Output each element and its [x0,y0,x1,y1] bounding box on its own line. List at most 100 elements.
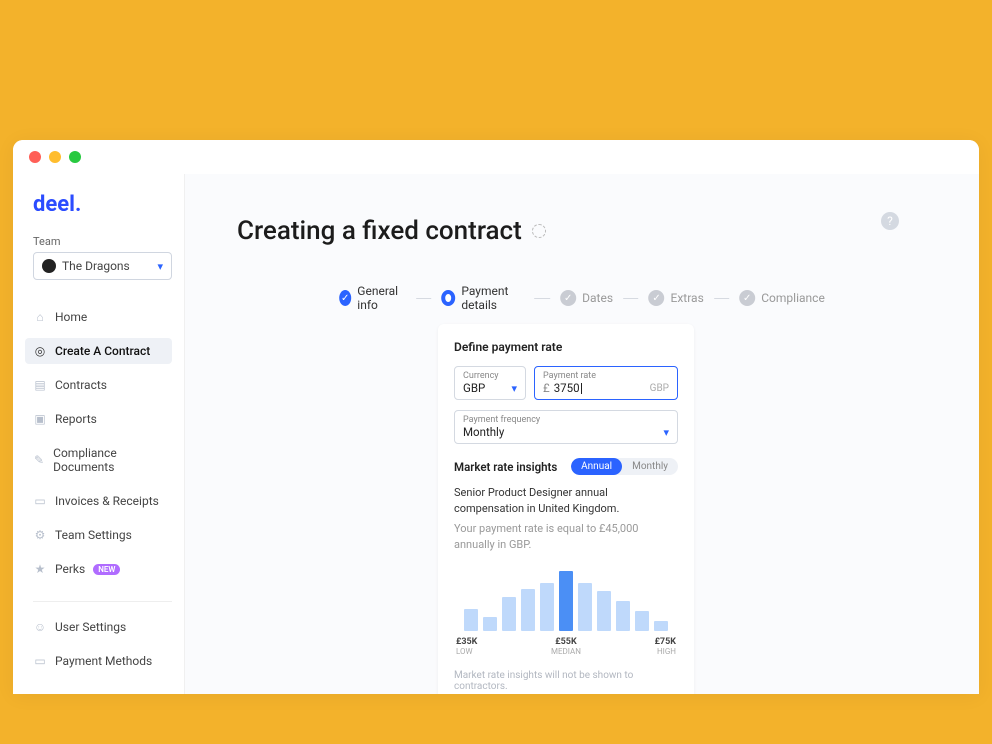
axis-mid-lab: MEDIAN [551,647,581,656]
axis-high: £75K HIGH [655,637,676,656]
axis-low-lab: LOW [456,647,477,656]
axis-low: £35K LOW [456,637,477,656]
app-window: deel. Team The Dragons ▾ ⌂ Home ◎ Create… [13,140,979,694]
step-connector [535,298,550,299]
document-icon: ▤ [33,378,47,392]
sidebar-item-label: Compliance Documents [53,446,164,474]
chevron-down-icon: ▾ [663,426,669,439]
step-compliance[interactable]: ✓ Compliance [739,290,825,306]
sidebar-item-payment-methods[interactable]: ▭ Payment Methods [25,648,172,674]
new-badge: NEW [93,564,120,575]
chart-bar [502,597,516,631]
sidebar-item-user-settings[interactable]: ☺ User Settings [25,614,172,640]
reports-icon: ▣ [33,412,47,426]
secondary-nav: ☺ User Settings ▭ Payment Methods [33,614,172,681]
window-maximize-dot[interactable] [69,151,81,163]
currency-select[interactable]: Currency GBP ▾ [454,366,526,400]
axis-low-val: £35K [456,637,477,647]
step-label: Dates [582,291,613,305]
market-rate-chart: £35K LOW £55K MEDIAN £75K HIGH [454,571,678,656]
sidebar-item-contracts[interactable]: ▤ Contracts [25,372,172,398]
text-caret [581,383,582,394]
window-minimize-dot[interactable] [49,151,61,163]
app-body: deel. Team The Dragons ▾ ⌂ Home ◎ Create… [13,174,979,694]
rate-suffix: GBP [650,383,669,394]
payment-icon: ▭ [33,654,47,668]
currency-value: GBP [463,381,485,395]
sidebar-item-label: Team Settings [55,528,132,542]
sidebar-item-label: Home [55,310,87,324]
page-header: Creating a fixed contract [237,216,546,246]
rate-value: 3750 [554,381,580,395]
chart-bar [521,589,535,631]
perks-icon: ★ [33,562,47,576]
axis-high-val: £75K [655,637,676,647]
insights-summary: Your payment rate is equal to £45,000 an… [454,521,678,553]
pending-step-icon: ✓ [560,290,576,306]
toggle-monthly[interactable]: Monthly [622,458,678,475]
home-icon: ⌂ [33,310,47,324]
axis-mid-val: £55K [551,637,581,647]
chevron-down-icon: ▾ [157,260,163,273]
sidebar-item-invoices[interactable]: ▭ Invoices & Receipts [25,488,172,514]
primary-nav: ⌂ Home ◎ Create A Contract ▤ Contracts ▣… [33,304,172,589]
sidebar-item-label: Invoices & Receipts [55,494,159,508]
axis-median: £55K MEDIAN [551,637,581,656]
sidebar-item-label: Create A Contract [55,344,150,358]
sidebar-item-label: Reports [55,412,97,426]
check-icon: ✓ [339,290,351,306]
sidebar-item-compliance[interactable]: ✎ Compliance Documents [25,440,172,480]
step-payment-details[interactable]: Payment details [441,284,524,312]
sidebar-item-label: Contracts [55,378,107,392]
chart-bar [559,571,573,631]
sidebar-item-perks[interactable]: ★ Perks NEW [25,556,172,582]
step-label: Extras [671,291,704,305]
frequency-label: Payment frequency [463,415,669,425]
main-content: Creating a fixed contract ? ✓ General in… [185,174,979,694]
axis-high-lab: HIGH [655,647,676,656]
compliance-icon: ✎ [33,453,45,467]
chevron-down-icon: ▾ [511,382,517,395]
pending-step-icon: ✓ [649,290,665,306]
chart-bar [654,621,668,631]
title-info-icon[interactable] [532,224,546,238]
target-icon: ◎ [33,344,47,358]
logo: deel. [33,192,172,217]
currency-symbol: £ [543,381,550,395]
step-dates[interactable]: ✓ Dates [560,290,613,306]
chart-bar [483,617,497,631]
window-titlebar [13,140,979,174]
chart-axis-row: £35K LOW £55K MEDIAN £75K HIGH [454,637,678,656]
sidebar-item-reports[interactable]: ▣ Reports [25,406,172,432]
insights-label: Market rate insights [454,460,557,474]
window-close-dot[interactable] [29,151,41,163]
step-connector [623,298,638,299]
sidebar-item-team-settings[interactable]: ⚙ Team Settings [25,522,172,548]
step-extras[interactable]: ✓ Extras [649,290,704,306]
payment-frequency-select[interactable]: Payment frequency Monthly ▾ [454,410,678,444]
step-label: Compliance [761,291,825,305]
step-connector [416,298,431,299]
define-payment-heading: Define payment rate [454,340,678,354]
period-toggle: Annual Monthly [571,458,678,475]
sidebar-item-home[interactable]: ⌂ Home [25,304,172,330]
step-general-info[interactable]: ✓ General info [339,284,406,312]
sidebar-item-label: User Settings [55,620,126,634]
chart-bar [464,609,478,631]
team-name-label: The Dragons [62,259,130,273]
chart-bar [578,583,592,631]
chart-bar [597,591,611,631]
sidebar: deel. Team The Dragons ▾ ⌂ Home ◎ Create… [13,174,185,694]
step-connector [714,298,729,299]
pending-step-icon: ✓ [739,290,755,306]
toggle-annual[interactable]: Annual [571,458,622,475]
sidebar-item-create-contract[interactable]: ◎ Create A Contract [25,338,172,364]
payment-card: Define payment rate Currency GBP ▾ Payme… [438,324,694,694]
invoice-icon: ▭ [33,494,47,508]
help-icon[interactable]: ? [881,212,899,230]
team-select[interactable]: The Dragons ▾ [33,252,172,280]
step-label: Payment details [461,284,524,312]
sidebar-item-label: Payment Methods [55,654,152,668]
progress-steps: ✓ General info Payment details ✓ Dates ✓… [339,284,825,312]
payment-rate-input[interactable]: Payment rate £3750 GBP [534,366,678,400]
